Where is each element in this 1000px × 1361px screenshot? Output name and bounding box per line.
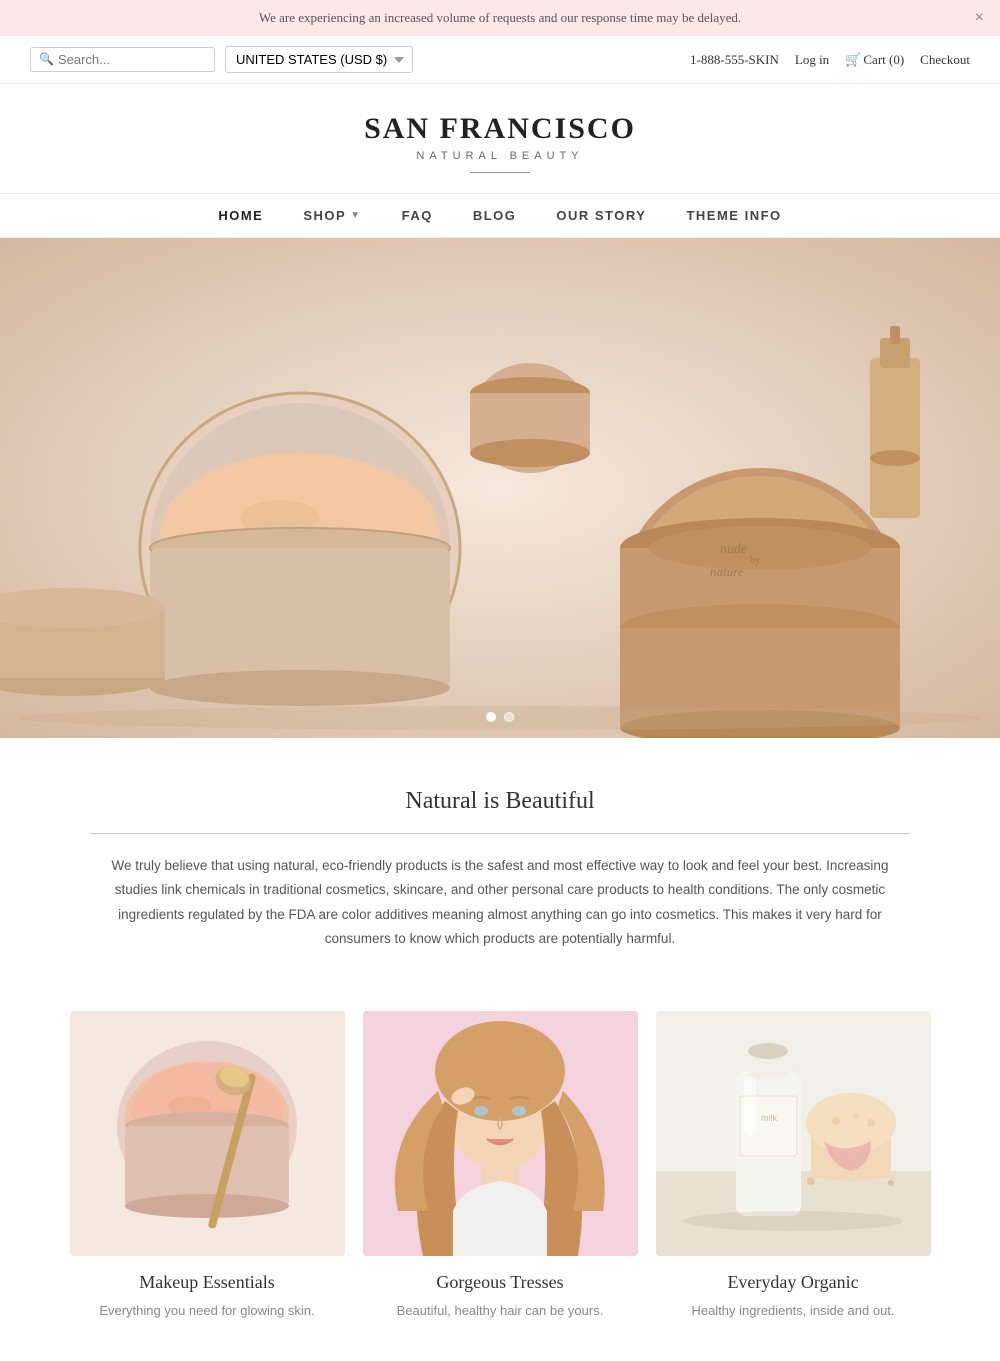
announcement-bar: We are experiencing an increased volume … [0, 0, 1000, 36]
slider-dots [486, 712, 514, 722]
nav-item-shop[interactable]: SHOP ▼ [303, 208, 361, 223]
nav-label-blog: BLOG [473, 208, 517, 223]
brand-name: SAN FRANCISCO [20, 112, 980, 146]
announcement-text: We are experiencing an increased volume … [259, 10, 741, 25]
checkout-link[interactable]: Checkout [920, 52, 970, 68]
product-card-hair-image [363, 1011, 638, 1256]
nav-item-faq[interactable]: FAQ [402, 208, 433, 223]
product-card-makeup-title: Makeup Essentials [70, 1272, 345, 1293]
chevron-down-icon: ▼ [350, 210, 361, 221]
nav-label-shop: SHOP [303, 208, 346, 223]
nav-item-blog[interactable]: BLOG [473, 208, 517, 223]
phone-number: 1-888-555-SKIN [690, 52, 779, 68]
product-grid: Makeup Essentials Everything you need fo… [0, 991, 1000, 1361]
svg-text:nature: nature [710, 564, 744, 579]
product-card-organic-title: Everyday Organic [656, 1272, 931, 1293]
product-card-makeup-image [70, 1011, 345, 1256]
section-divider [90, 833, 910, 834]
product-card-makeup-desc: Everything you need for glowing skin. [70, 1301, 345, 1321]
nav-label-theme-info: THEME INFO [686, 208, 781, 223]
top-bar: 🔍 UNITED STATES (USD $) 1-888-555-SKIN L… [0, 36, 1000, 84]
svg-text:milk: milk [761, 1113, 777, 1123]
section-natural-body: We truly believe that using natural, eco… [90, 854, 910, 951]
cart-label: Cart (0) [863, 52, 904, 67]
cart-icon: 🛒 [845, 52, 861, 67]
nav-item-home[interactable]: HOME [218, 208, 263, 223]
header-divider [470, 172, 530, 173]
svg-text:by: by [750, 555, 760, 566]
login-link[interactable]: Log in [795, 52, 829, 68]
hair-illustration [363, 1011, 638, 1256]
nav-item-our-story[interactable]: OUR STORY [556, 208, 646, 223]
product-card-makeup[interactable]: Makeup Essentials Everything you need fo… [70, 1011, 345, 1321]
nav-label-faq: FAQ [402, 208, 433, 223]
product-card-organic[interactable]: milk [656, 1011, 931, 1321]
product-card-hair[interactable]: Gorgeous Tresses Beautiful, healthy hair… [363, 1011, 638, 1321]
hero-background: nude by nature [0, 238, 1000, 738]
product-card-hair-desc: Beautiful, healthy hair can be yours. [363, 1301, 638, 1321]
makeup-illustration [70, 1011, 345, 1256]
product-card-hair-title: Gorgeous Tresses [363, 1272, 638, 1293]
hero-slider[interactable]: nude by nature [0, 238, 1000, 738]
hero-illustration: nude by nature [0, 238, 1000, 738]
product-card-organic-image: milk [656, 1011, 931, 1256]
nav-item-theme-info[interactable]: THEME INFO [686, 208, 781, 223]
country-select[interactable]: UNITED STATES (USD $) [225, 46, 413, 73]
announcement-close-button[interactable]: × [975, 9, 984, 27]
svg-text:nude: nude [720, 542, 747, 557]
product-card-organic-desc: Healthy ingredients, inside and out. [656, 1301, 931, 1321]
top-bar-right: 1-888-555-SKIN Log in 🛒Cart (0) Checkout [690, 52, 970, 68]
site-header: SAN FRANCISCO NATURAL BEAUTY [0, 84, 1000, 193]
brand-subtitle: NATURAL BEAUTY [20, 150, 980, 162]
main-nav: HOME SHOP ▼ FAQ BLOG OUR STORY THEME INF… [0, 193, 1000, 238]
organic-illustration: milk [656, 1011, 931, 1256]
slider-dot-1[interactable] [486, 712, 496, 722]
section-natural-title: Natural is Beautiful [80, 788, 920, 815]
cart-link[interactable]: 🛒Cart (0) [845, 52, 904, 68]
top-bar-left: 🔍 UNITED STATES (USD $) [30, 46, 413, 73]
search-wrapper: 🔍 [30, 47, 215, 72]
slider-dot-2[interactable] [504, 712, 514, 722]
nav-label-home: HOME [218, 208, 263, 223]
section-natural: Natural is Beautiful We truly believe th… [0, 738, 1000, 991]
search-input[interactable] [58, 52, 208, 67]
search-icon: 🔍 [39, 52, 54, 67]
nav-label-our-story: OUR STORY [556, 208, 646, 223]
